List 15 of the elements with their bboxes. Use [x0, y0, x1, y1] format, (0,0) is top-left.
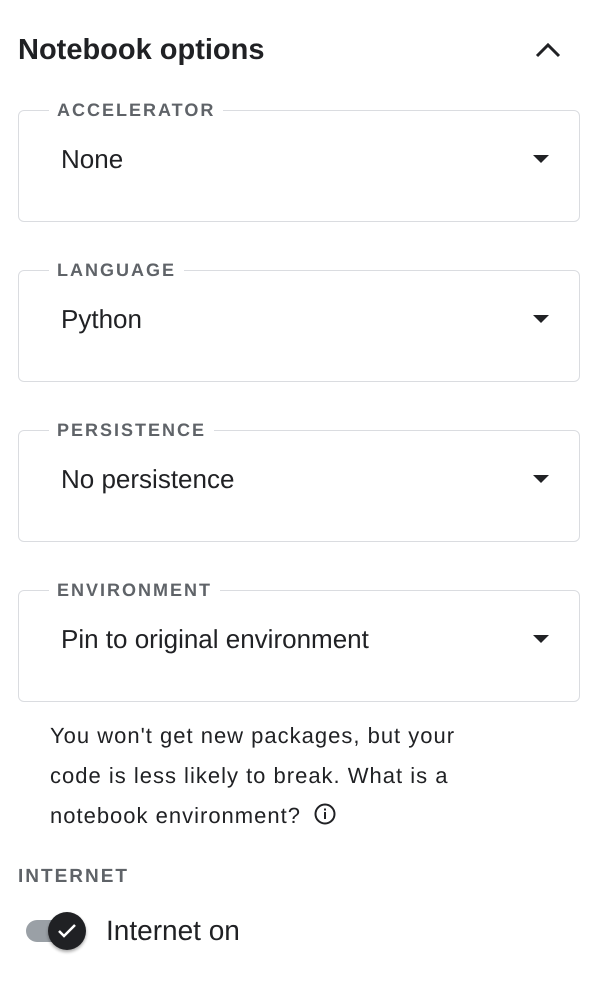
caret-icon: [533, 475, 549, 483]
check-icon: [57, 923, 77, 939]
caret-icon: [533, 635, 549, 643]
chevron-icon: [534, 41, 562, 59]
help-text: You won't get new packages, but your code is less likely to break. What is a notebook environment?: [50, 722, 456, 830]
dropdown-field[interactable]: LANGUAGE Python: [18, 260, 580, 382]
caret-icon: [533, 315, 549, 323]
toggle-label: Internet on: [106, 915, 240, 947]
panel-title: Notebook options: [18, 34, 264, 66]
dropdown-field[interactable]: ENVIRONMENT Pin to original environment: [18, 580, 580, 702]
dropdown-field[interactable]: ACCELERATOR None: [18, 100, 580, 222]
section-heading: INTERNET: [18, 866, 130, 888]
caret-icon: [533, 155, 549, 163]
info-icon[interactable]: [314, 803, 336, 825]
dropdown-field[interactable]: PERSISTENCE No persistence: [18, 420, 580, 542]
